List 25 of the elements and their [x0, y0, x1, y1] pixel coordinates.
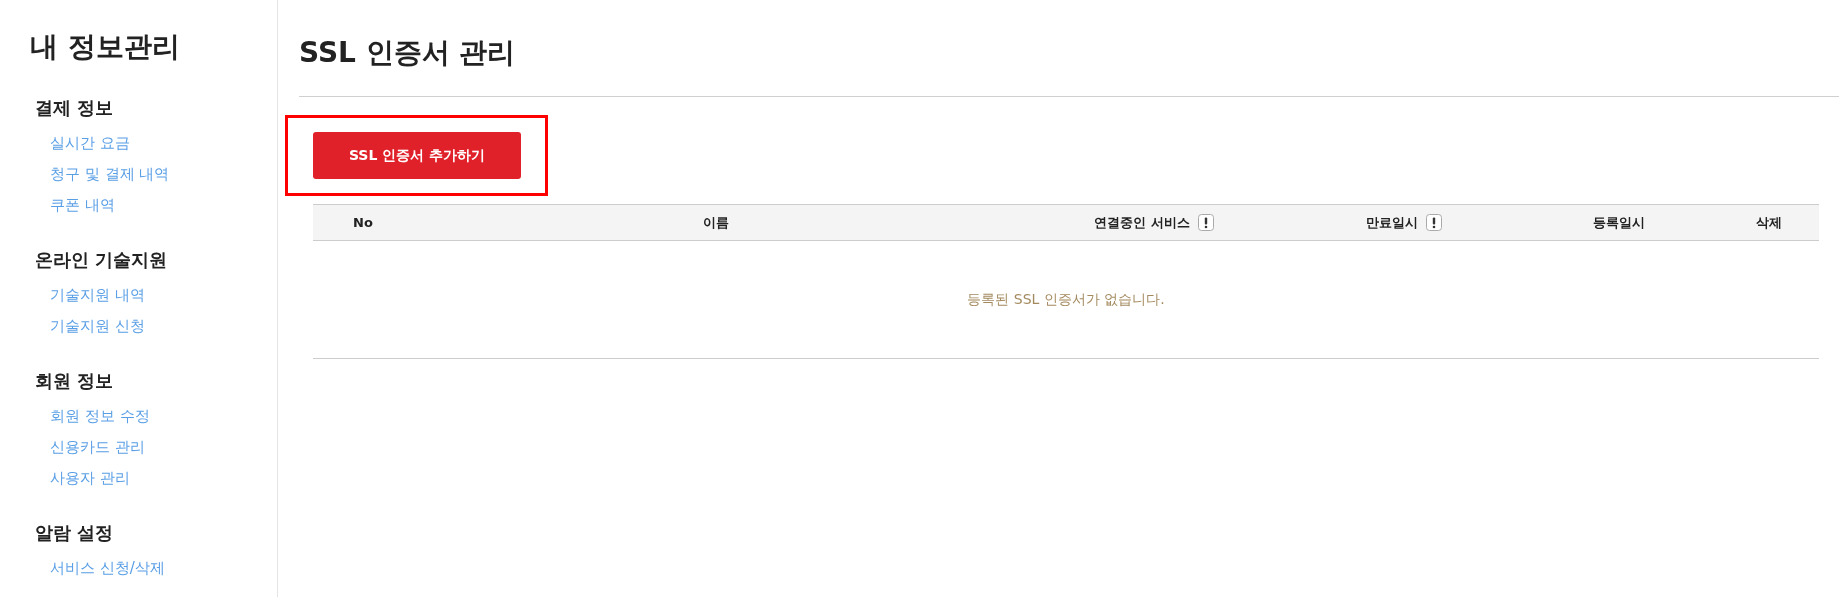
column-header: 등록일시: [1593, 213, 1645, 232]
column-header: 삭제: [1756, 213, 1782, 232]
column-header: 만료일시: [1366, 213, 1418, 232]
sidebar-section-title: 알람 설정: [35, 521, 115, 545]
column-header: 이름: [703, 213, 729, 232]
sidebar-section-title: 온라인 기술지원: [35, 248, 169, 272]
add-certificate-button[interactable]: SSL 인증서 추가하기: [313, 132, 521, 179]
exclamation-icon[interactable]: [1197, 214, 1214, 231]
empty-message: 등록된 SSL 인증서가 없습니다.: [967, 290, 1165, 309]
sidebar-link[interactable]: 회원 정보 수정: [50, 401, 277, 432]
sidebar-link[interactable]: 서비스 신청/삭제: [50, 553, 277, 584]
sidebar-link[interactable]: 기술지원 신청: [50, 311, 277, 342]
sidebar-link[interactable]: 청구 및 결제 내역: [50, 159, 277, 190]
column-header: No: [353, 215, 373, 230]
sidebar-link[interactable]: 쿠폰 내역: [50, 190, 277, 221]
sidebar-link[interactable]: 실시간 요금: [50, 128, 277, 159]
sidebar-link[interactable]: 기술지원 내역: [50, 280, 277, 311]
sidebar-section-title: 결제 정보: [35, 96, 115, 120]
sidebar-title: 내 정보관리: [30, 29, 181, 65]
column-header: 연결중인 서비스: [1094, 213, 1190, 232]
page-title: SSL 인증서 관리: [299, 34, 1839, 97]
sidebar-link[interactable]: 신용카드 관리: [50, 432, 277, 463]
exclamation-icon[interactable]: [1426, 214, 1442, 231]
sidebar-link[interactable]: 사용자 관리: [50, 463, 277, 494]
sidebar-section-title: 회원 정보: [35, 369, 115, 393]
